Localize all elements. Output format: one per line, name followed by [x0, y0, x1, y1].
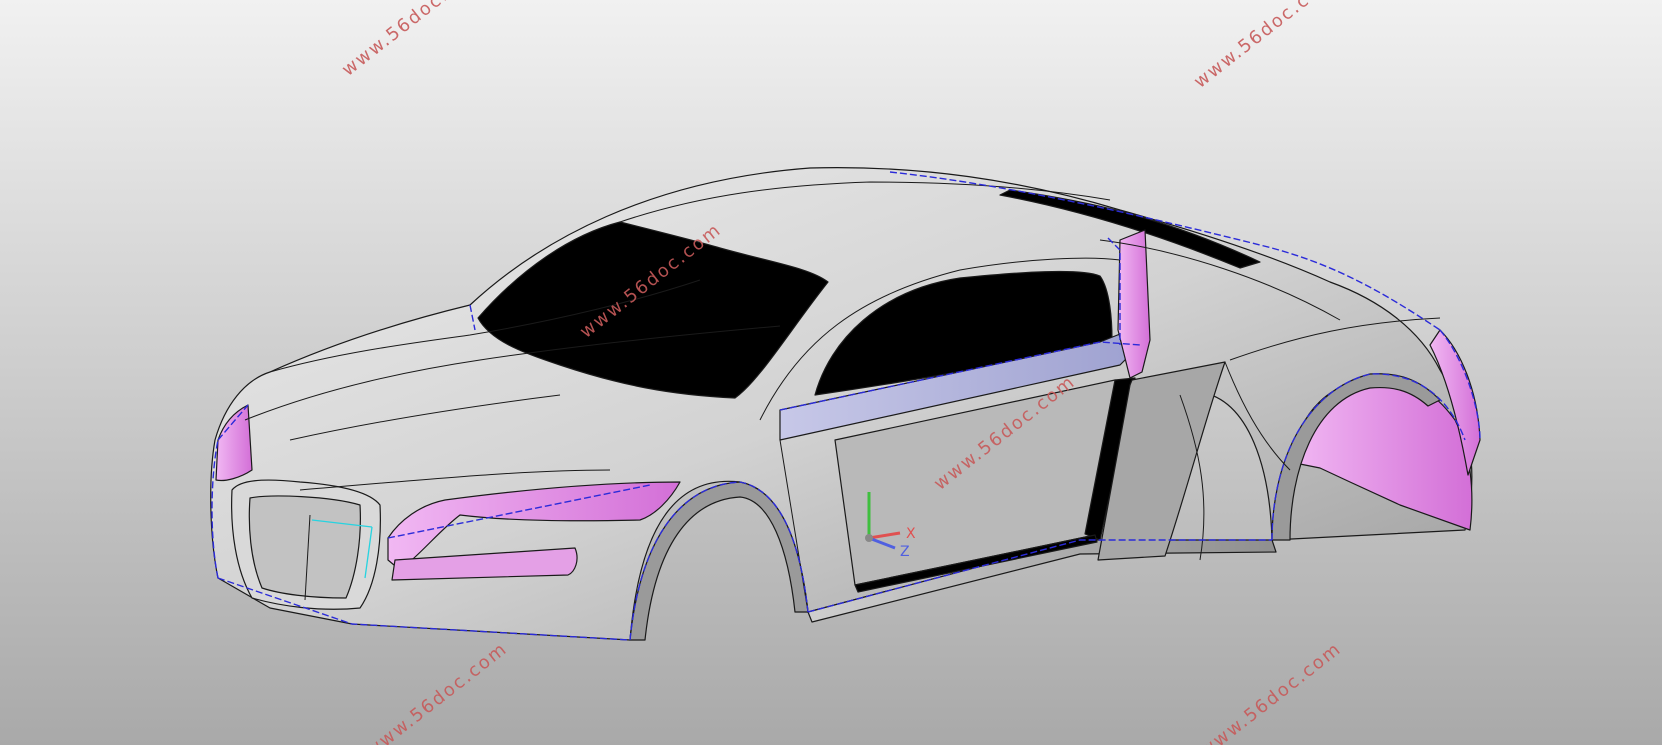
car-body-model-canvas[interactable]: X Z [0, 0, 1662, 745]
grille-inner [248, 495, 361, 599]
triad-origin [865, 534, 873, 542]
3d-viewport[interactable]: X Z www.56doc.com www.56doc.com www.56do… [0, 0, 1662, 745]
x-axis-label: X [906, 526, 916, 542]
z-axis-label: Z [900, 544, 910, 560]
